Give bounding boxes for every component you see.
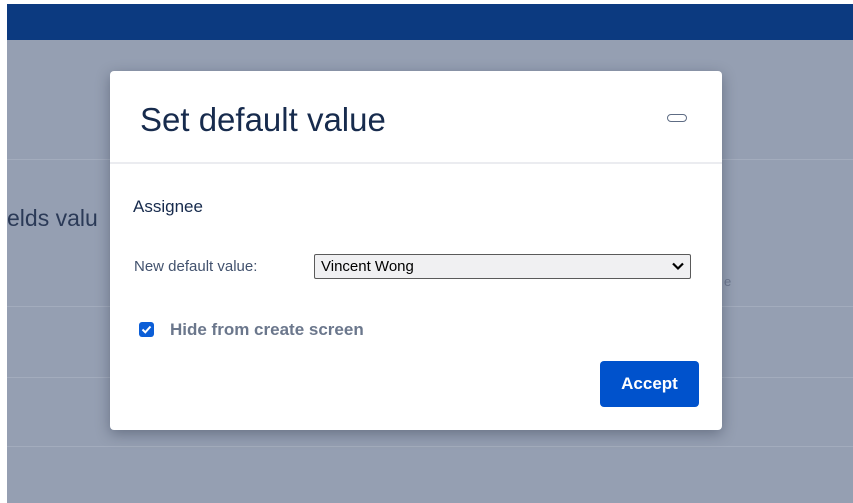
minimize-button[interactable] [665, 111, 689, 125]
field-name-heading: Assignee [133, 197, 203, 216]
chevron-down-icon [672, 262, 684, 271]
background-column-fragment: e [724, 274, 732, 289]
minimize-icon [667, 114, 687, 122]
selected-value: Vincent Wong [321, 258, 414, 275]
dialog-header-divider [110, 162, 722, 164]
checkmark-icon [141, 325, 152, 334]
new-default-value-label: New default value: [134, 258, 258, 275]
background-divider [7, 446, 853, 447]
dialog-title: Set default value [140, 101, 386, 138]
top-navigation-bar [7, 4, 853, 40]
background-heading-fragment: elds valu [7, 205, 98, 231]
default-value-select[interactable]: Vincent Wong [314, 254, 691, 279]
set-default-value-dialog: Set default value Assignee New default v… [110, 71, 722, 430]
hide-from-create-label[interactable]: Hide from create screen [170, 320, 364, 340]
accept-button[interactable]: Accept [600, 361, 699, 407]
page-edge [0, 0, 7, 503]
hide-from-create-checkbox[interactable] [139, 322, 154, 337]
